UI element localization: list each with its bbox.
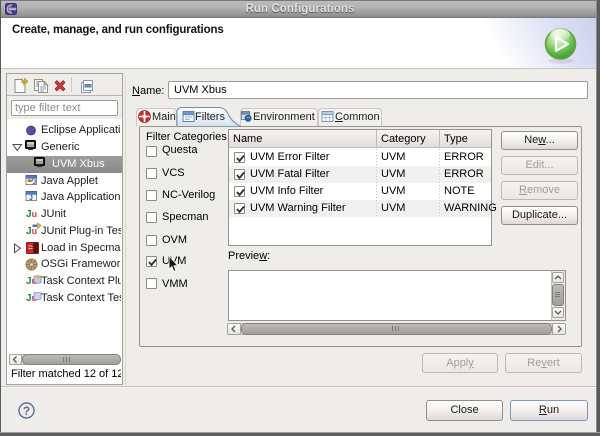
svg-text:J: J	[29, 195, 33, 202]
svg-text:J: J	[33, 179, 37, 186]
svg-text:?: ?	[23, 404, 30, 418]
